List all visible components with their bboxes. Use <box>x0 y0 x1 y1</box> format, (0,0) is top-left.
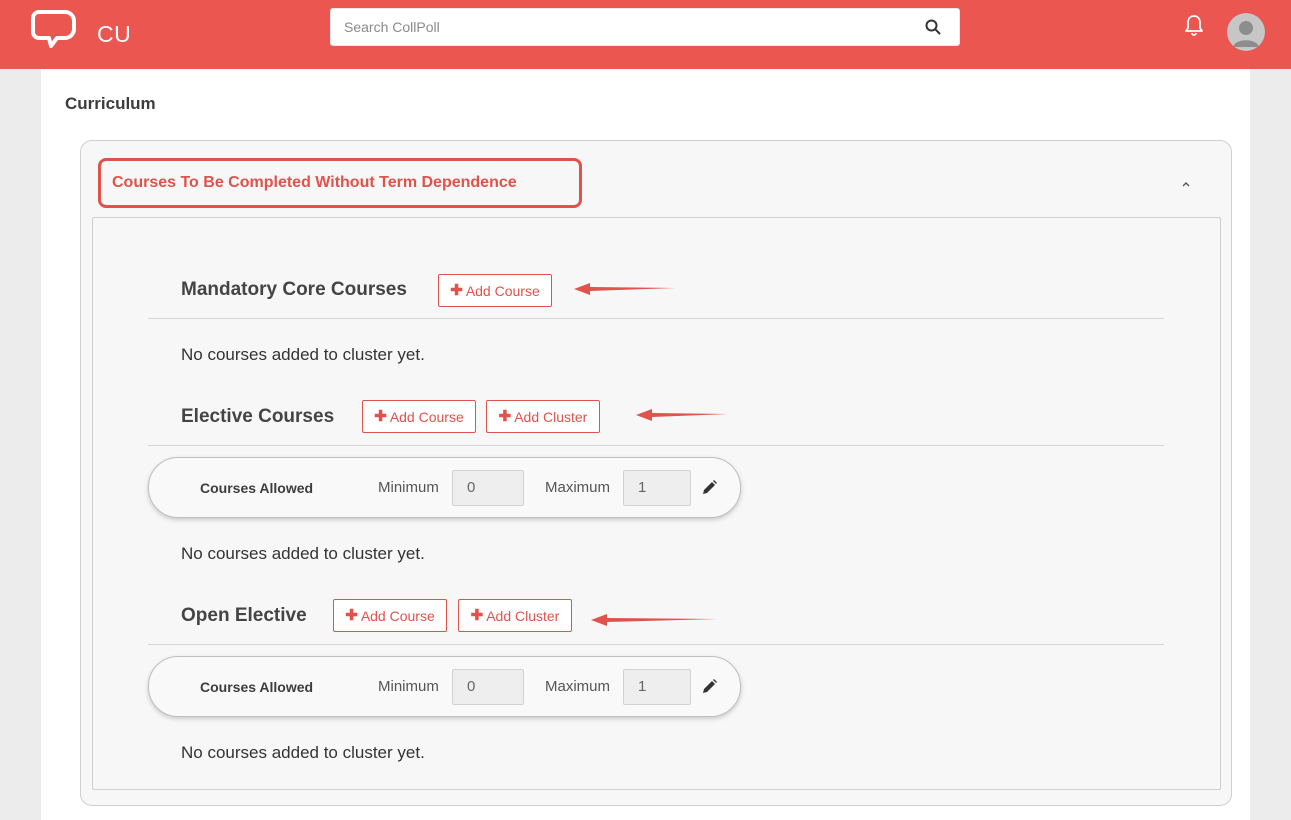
pencil-icon[interactable] <box>700 678 718 696</box>
top-navbar: CU <box>0 0 1291 69</box>
accordion-body: Mandatory Core Courses ✚ Add Course No c… <box>92 217 1221 790</box>
minimum-input[interactable]: 0 <box>452 470 524 506</box>
avatar[interactable] <box>1227 13 1265 51</box>
arrow-left-icon <box>636 409 728 421</box>
divider <box>148 644 1164 645</box>
plus-icon: ✚ <box>450 282 463 299</box>
accordion-header[interactable]: Courses To Be Completed Without Term Dep… <box>98 158 582 208</box>
add-course-label: Add Course <box>389 408 464 425</box>
chevron-up-icon[interactable] <box>1179 179 1193 189</box>
brand-name[interactable]: CU <box>97 21 131 48</box>
add-course-label: Add Course <box>360 607 435 624</box>
add-cluster-label: Add Cluster <box>514 408 588 425</box>
section-title-mandatory-core: Mandatory Core Courses <box>181 279 407 300</box>
minimum-label: Minimum <box>378 479 439 496</box>
maximum-input[interactable]: 1 <box>623 669 691 705</box>
minimum-input[interactable]: 0 <box>452 669 524 705</box>
curriculum-accordion: Courses To Be Completed Without Term Dep… <box>80 140 1232 806</box>
divider <box>148 318 1164 319</box>
courses-allowed-card: Courses Allowed Minimum 0 Maximum 1 <box>148 656 741 717</box>
courses-allowed-card: Courses Allowed Minimum 0 Maximum 1 <box>148 457 741 518</box>
plus-icon: ✚ <box>498 408 512 425</box>
collpoll-logo-icon[interactable] <box>31 8 77 54</box>
page-title: Curriculum <box>65 94 156 113</box>
bell-icon[interactable] <box>1184 14 1204 36</box>
plus-icon: ✚ <box>345 607 358 624</box>
maximum-input[interactable]: 1 <box>623 470 691 506</box>
section-title-elective: Elective Courses <box>181 406 335 427</box>
add-course-label: Add Course <box>465 282 540 299</box>
arrow-left-icon <box>574 283 676 295</box>
courses-allowed-label: Courses Allowed <box>200 480 314 496</box>
maximum-label: Maximum <box>545 479 611 496</box>
add-cluster-button[interactable]: ✚ Add Cluster <box>486 400 600 433</box>
add-course-button[interactable]: ✚ Add Course <box>333 599 447 632</box>
courses-allowed-label: Courses Allowed <box>200 679 314 695</box>
divider <box>148 445 1164 446</box>
add-course-button[interactable]: ✚ Add Course <box>362 400 476 433</box>
main-content: Curriculum Courses To Be Completed Witho… <box>41 69 1250 820</box>
empty-state-text: No courses added to cluster yet. <box>181 544 425 563</box>
search-input[interactable] <box>331 9 911 45</box>
plus-icon: ✚ <box>374 408 387 425</box>
maximum-label: Maximum <box>545 678 611 695</box>
user-silhouette-icon <box>1227 13 1265 51</box>
add-cluster-label: Add Cluster <box>486 607 560 624</box>
plus-icon: ✚ <box>470 607 484 624</box>
arrow-left-icon <box>591 614 717 626</box>
pencil-icon[interactable] <box>700 479 718 497</box>
minimum-label: Minimum <box>378 678 439 695</box>
empty-state-text: No courses added to cluster yet. <box>181 743 425 762</box>
search-icon[interactable] <box>924 18 942 36</box>
search-bar <box>330 8 960 46</box>
add-cluster-button[interactable]: ✚ Add Cluster <box>458 599 572 632</box>
empty-state-text: No courses added to cluster yet. <box>181 345 425 364</box>
add-course-button[interactable]: ✚ Add Course <box>438 274 552 307</box>
section-title-open-elective: Open Elective <box>181 605 307 626</box>
